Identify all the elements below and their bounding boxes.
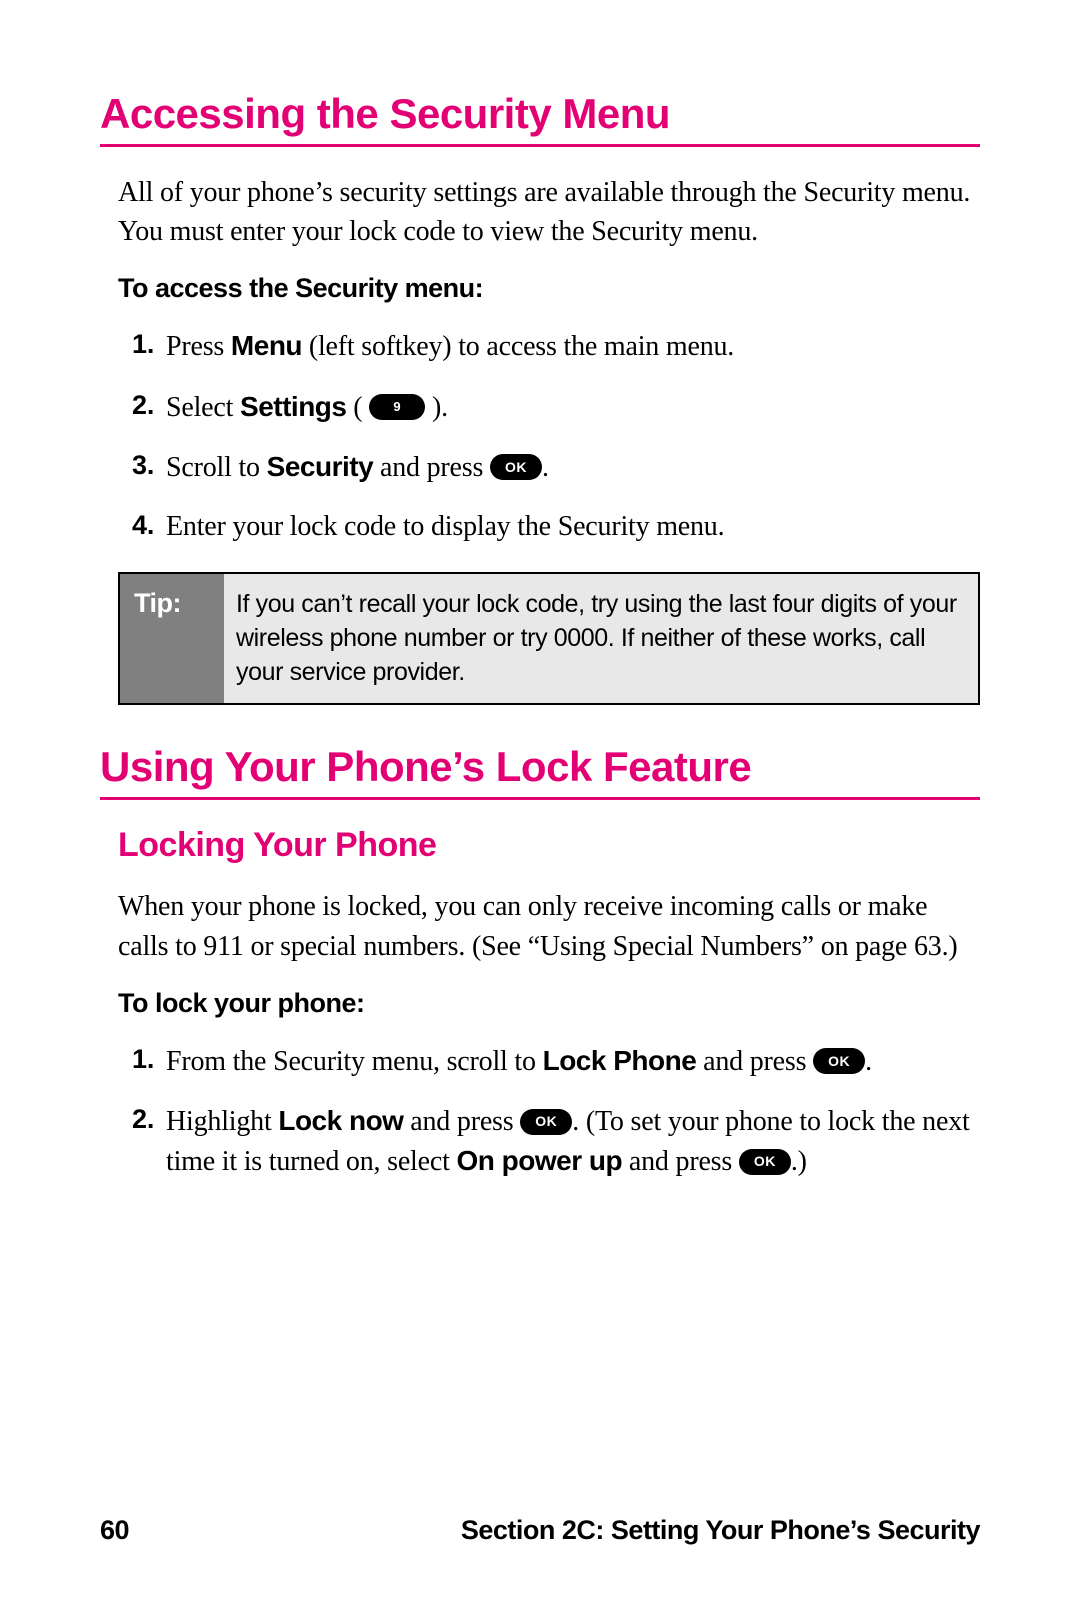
page-number: 60 xyxy=(100,1515,300,1546)
heading-lock-feature: Using Your Phone’s Lock Feature xyxy=(100,743,980,800)
step-1b: 1. From the Security menu, scroll to Loc… xyxy=(118,1041,980,1081)
step-4: 4. Enter your lock code to display the S… xyxy=(118,507,980,546)
step-number: 2. xyxy=(118,387,166,427)
page-footer: 60 Section 2C: Setting Your Phone’s Secu… xyxy=(100,1515,980,1546)
steps-list-2: 1. From the Security menu, scroll to Loc… xyxy=(118,1041,980,1182)
step-3: 3. Scroll to Security and press OK. xyxy=(118,447,980,487)
step-text: Highlight Lock now and press OK. (To set… xyxy=(166,1101,980,1181)
tip-body: If you can’t recall your lock code, try … xyxy=(224,574,978,703)
key-ok-icon: OK xyxy=(490,454,542,480)
key-ok-icon: OK xyxy=(520,1109,572,1135)
step-text: Enter your lock code to display the Secu… xyxy=(166,507,980,546)
step-2: 2. Select Settings ( 9 ). xyxy=(118,387,980,427)
heading-accessing-security: Accessing the Security Menu xyxy=(100,90,980,147)
key-ok-icon: OK xyxy=(813,1048,865,1074)
step-2b: 2. Highlight Lock now and press OK. (To … xyxy=(118,1101,980,1181)
steps-list-1: 1. Press Menu (left softkey) to access t… xyxy=(118,326,980,546)
section-label: Section 2C: Setting Your Phone’s Securit… xyxy=(300,1515,980,1546)
subheading-locking: Locking Your Phone xyxy=(118,826,980,865)
key-ok-icon: OK xyxy=(739,1149,791,1175)
tip-label: Tip: xyxy=(120,574,224,703)
tip-box: Tip: If you can’t recall your lock code,… xyxy=(118,572,980,705)
key-9-icon: 9 xyxy=(369,394,425,420)
step-number: 2. xyxy=(118,1101,166,1181)
step-number: 1. xyxy=(118,326,166,366)
step-text: Scroll to Security and press OK. xyxy=(166,447,980,487)
step-text: From the Security menu, scroll to Lock P… xyxy=(166,1041,980,1081)
step-1: 1. Press Menu (left softkey) to access t… xyxy=(118,326,980,366)
step-text: Select Settings ( 9 ). xyxy=(166,387,980,427)
intro-paragraph-2: When your phone is locked, you can only … xyxy=(118,887,980,965)
step-number: 4. xyxy=(118,507,166,546)
step-heading-2: To lock your phone: xyxy=(118,988,980,1019)
intro-paragraph: All of your phone’s security settings ar… xyxy=(118,173,980,251)
step-number: 3. xyxy=(118,447,166,487)
step-heading: To access the Security menu: xyxy=(118,273,980,304)
step-text: Press Menu (left softkey) to access the … xyxy=(166,326,980,366)
step-number: 1. xyxy=(118,1041,166,1081)
